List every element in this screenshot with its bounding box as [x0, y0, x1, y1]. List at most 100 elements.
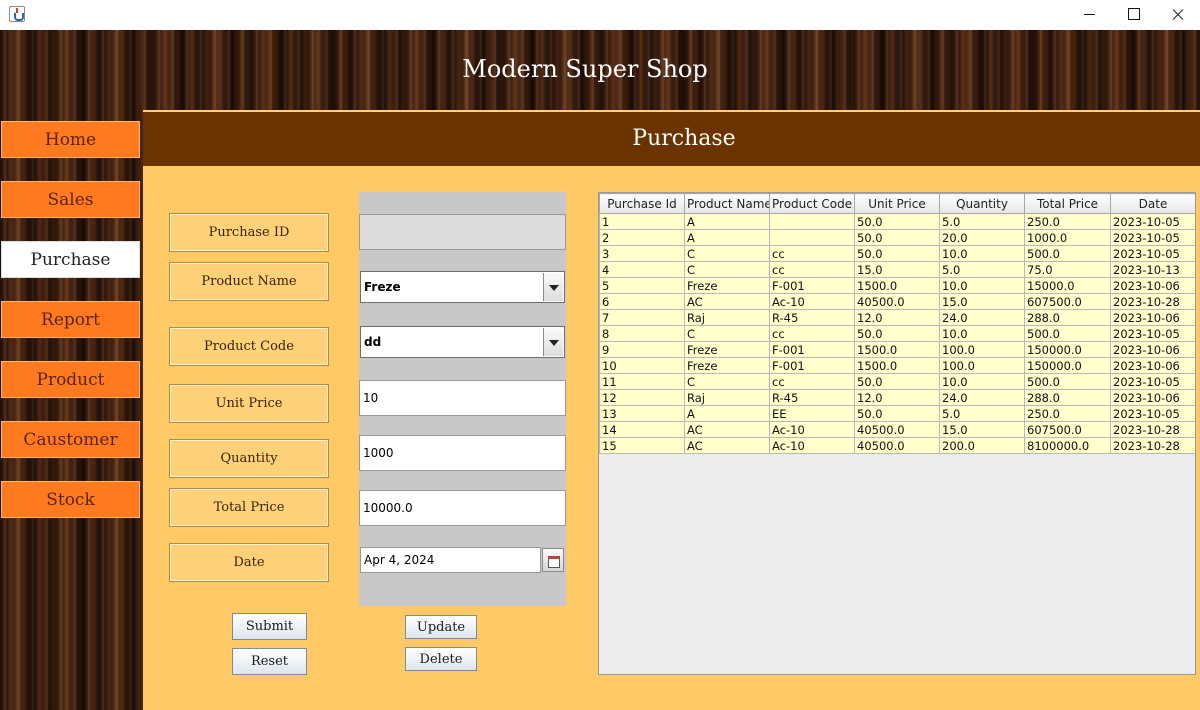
product-name-select[interactable]: Freze: [360, 271, 565, 303]
table-cell: 100.0: [939, 341, 1025, 358]
table-cell: 1: [599, 213, 685, 230]
table-cell: 75.0: [1024, 261, 1111, 278]
table-row[interactable]: 3 Ccc 50.0 10.0 500.0 2023-10-05: [599, 245, 1195, 262]
table-cell: 607500.0: [1024, 421, 1111, 438]
table-cell: 7: [599, 309, 685, 326]
table-cell: 2023-10-06: [1110, 389, 1195, 406]
column-header[interactable]: Date: [1110, 193, 1195, 214]
nav-sales-button[interactable]: Sales: [1, 181, 140, 218]
table-row[interactable]: 1 A 50.0 5.0 250.0 2023-10-05: [599, 213, 1195, 230]
table-cell: 12.0: [854, 389, 940, 406]
table-cell: 2: [599, 229, 685, 246]
table-row[interactable]: 15 AC Ac-10 40500.0 200.0 8100000.0 2023-10-28: [599, 437, 1195, 454]
chevron-down-icon[interactable]: [543, 328, 563, 356]
table-cell: 2023-10-28: [1110, 293, 1195, 310]
nav-purchase-button[interactable]: Purchase: [1, 241, 140, 278]
column-header[interactable]: Unit Price: [854, 193, 940, 214]
table-cell: 8: [599, 325, 685, 342]
table-cell: 50.0: [854, 373, 940, 390]
table-cell: 2023-10-05: [1110, 229, 1195, 246]
table-cell: 250.0: [1024, 213, 1111, 230]
unit-price-field[interactable]: 10: [359, 380, 566, 416]
table-cell: 10.0: [939, 373, 1025, 390]
table-row[interactable]: 6 AC Ac-10 40500.0 15.0 607500.0 2023-10-28: [599, 293, 1195, 310]
update-button[interactable]: Update: [405, 615, 477, 639]
table-cell: A: [684, 213, 770, 230]
table-cell: 500.0: [1024, 245, 1111, 262]
table-cell: 40500.0: [854, 293, 940, 310]
table-row[interactable]: 12 Raj R-45 12.0 24.0 288.0 2023-10-06: [599, 389, 1195, 406]
table-cell: 9: [599, 341, 685, 358]
table-cell: 2023-10-13: [1110, 261, 1195, 278]
table-row[interactable]: 13 A EE 50.0 5.0 250.0 2023-10-05: [599, 405, 1195, 422]
table-row[interactable]: 11 Ccc 50.0 10.0 500.0 2023-10-05: [599, 373, 1195, 390]
table-cell: AC: [684, 437, 770, 454]
total-price-field[interactable]: 10000.0: [359, 490, 566, 526]
table-cell: C: [684, 261, 770, 278]
nav-customer-button[interactable]: Caustomer: [1, 421, 140, 458]
quantity-field[interactable]: 1000: [359, 435, 566, 471]
table-cell: 1500.0: [854, 357, 940, 374]
table-cell: 5.0: [939, 213, 1025, 230]
table-cell: 10.0: [939, 277, 1025, 294]
product-name-label: Product Name: [169, 262, 329, 301]
table-row[interactable]: 2 A 50.0 20.0 1000.0 2023-10-05: [599, 229, 1195, 246]
table-cell: 15.0: [854, 261, 940, 278]
table-cell: 8100000.0: [1024, 437, 1111, 454]
column-header[interactable]: Total Price: [1024, 193, 1111, 214]
product-code-select[interactable]: dd: [360, 326, 565, 358]
table-header-row: Purchase Id Product Name Product Code Un…: [599, 193, 1195, 214]
table-row[interactable]: 7 Raj R-45 12.0 24.0 288.0 2023-10-06: [599, 309, 1195, 326]
table-cell: 2023-10-05: [1110, 373, 1195, 390]
table-row[interactable]: 9 Freze F-001 1500.0 100.0 150000.0 2023-10-06: [599, 341, 1195, 358]
table-cell: 5.0: [939, 261, 1025, 278]
column-header[interactable]: Product Code: [769, 193, 855, 214]
nav-product-button[interactable]: Product: [1, 361, 140, 398]
table-cell: F-001: [769, 357, 855, 374]
nav-home-button[interactable]: Home: [1, 121, 140, 158]
table-row[interactable]: 5 Freze F-001 1500.0 10.0 15000.0 2023-10-06: [599, 277, 1195, 294]
table-cell: Ac-10: [769, 437, 855, 454]
table-cell: 150000.0: [1024, 357, 1111, 374]
table-cell: AC: [684, 293, 770, 310]
table-cell: 2023-10-06: [1110, 357, 1195, 374]
table-cell: Freze: [684, 341, 770, 358]
nav-report-button[interactable]: Report: [1, 301, 140, 338]
delete-button[interactable]: Delete: [405, 647, 477, 671]
table-cell: cc: [769, 245, 855, 262]
table-cell: 10.0: [939, 325, 1025, 342]
table-cell: A: [684, 405, 770, 422]
table-cell: AC: [684, 421, 770, 438]
table-cell: 607500.0: [1024, 293, 1111, 310]
purchase-id-field[interactable]: [359, 214, 566, 250]
table-row[interactable]: 4 Ccc 15.0 5.0 75.0 2023-10-13: [599, 261, 1195, 278]
column-header[interactable]: Product Name: [684, 193, 770, 214]
purchase-table-scroll[interactable]: Purchase Id Product Name Product Code Un…: [598, 192, 1196, 675]
product-code-label: Product Code: [169, 327, 329, 366]
table-row[interactable]: 10 Freze F-001 1500.0 100.0 150000.0 2023-10-0…: [599, 357, 1195, 374]
table-cell: 50.0: [854, 405, 940, 422]
table-cell: 4: [599, 261, 685, 278]
table-cell: 2023-10-06: [1110, 277, 1195, 294]
column-header[interactable]: Purchase Id: [599, 193, 685, 214]
close-icon[interactable]: [1154, 0, 1200, 30]
nav-stock-button[interactable]: Stock: [1, 481, 140, 518]
calendar-icon[interactable]: [542, 548, 564, 572]
chevron-down-icon[interactable]: [543, 273, 563, 301]
minimize-icon[interactable]: [1066, 0, 1112, 30]
table-cell: C: [684, 325, 770, 342]
table-cell: 50.0: [854, 229, 940, 246]
table-cell: 12: [599, 389, 685, 406]
table-cell: 15.0: [939, 421, 1025, 438]
table-row[interactable]: 14 AC Ac-10 40500.0 15.0 607500.0 2023-10-28: [599, 421, 1195, 438]
column-header[interactable]: Quantity: [939, 193, 1025, 214]
reset-button[interactable]: Reset: [232, 648, 307, 675]
table-cell: C: [684, 245, 770, 262]
table-row[interactable]: 8 Ccc 50.0 10.0 500.0 2023-10-05: [599, 325, 1195, 342]
date-field[interactable]: Apr 4, 2024: [360, 547, 541, 573]
app-title: Modern Super Shop: [462, 55, 708, 83]
submit-button[interactable]: Submit: [232, 613, 307, 640]
table-cell: 5.0: [939, 405, 1025, 422]
table-cell: 2023-10-05: [1110, 245, 1195, 262]
maximize-icon[interactable]: [1110, 0, 1156, 30]
